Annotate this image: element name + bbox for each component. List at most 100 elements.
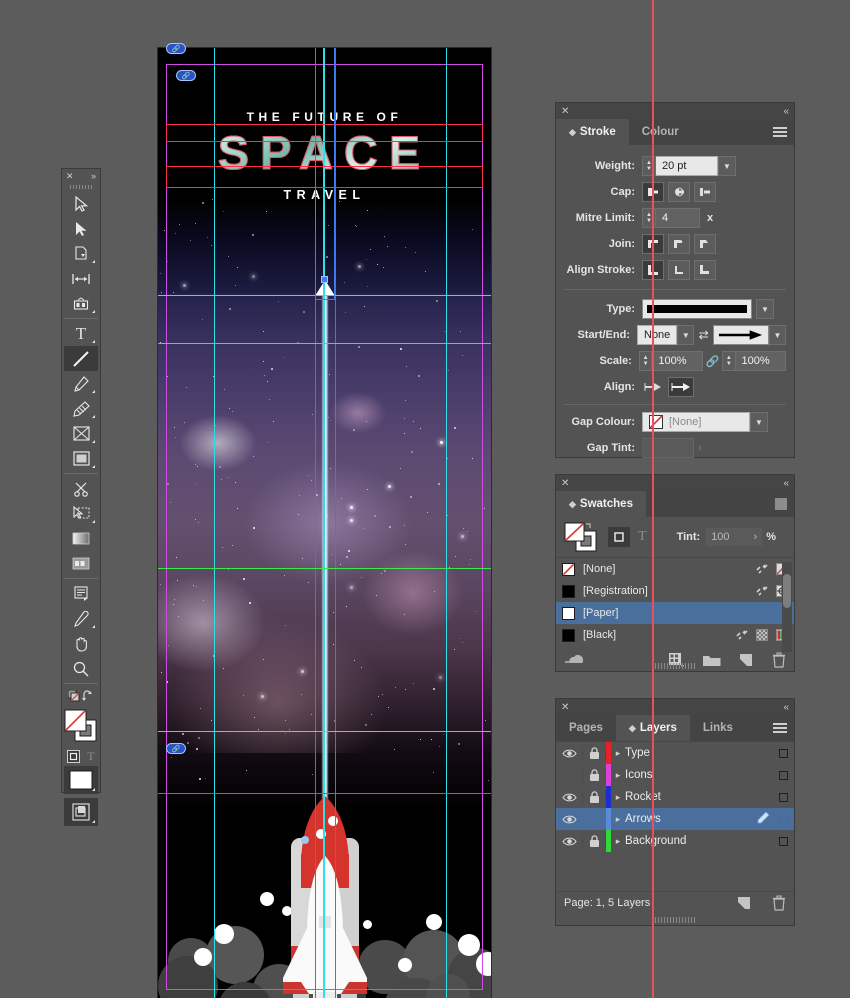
end-arrow-dropdown-icon[interactable]: ▼	[769, 325, 786, 345]
new-swatch-icon[interactable]	[738, 652, 754, 668]
swatches-scroll-thumb[interactable]	[783, 574, 791, 608]
link-scale-icon[interactable]: 🔗	[703, 355, 722, 368]
layer-expand-chevron-icon[interactable]: ▸	[611, 770, 625, 781]
selection-handle-top[interactable]	[321, 276, 328, 283]
tint-field[interactable]: 100 ›	[706, 528, 763, 546]
layer-row[interactable]: ▸ Type	[556, 742, 794, 764]
bevel-join-icon[interactable]	[694, 234, 716, 254]
layer-expand-chevron-icon[interactable]: ▸	[611, 792, 625, 803]
layer-row[interactable]: ▸ Rocket	[556, 786, 794, 808]
arrow-align-row[interactable]: Align:	[556, 374, 794, 400]
panel-resize-grip[interactable]	[655, 663, 695, 669]
layer-lock-toggle[interactable]	[582, 834, 606, 848]
delete-layer-icon[interactable]	[772, 895, 786, 911]
close-icon[interactable]: ✕	[561, 702, 569, 713]
layer-row[interactable]: ▸ Icons	[556, 764, 794, 786]
stroke-weight-row[interactable]: Weight: ▲ ▼ 20 pt ▼	[556, 153, 794, 179]
formatting-target-row[interactable]: T	[64, 746, 98, 766]
screen-mode-button[interactable]	[64, 798, 98, 826]
layers-footer[interactable]: Page: 1, 5 Layers	[556, 891, 794, 913]
type-tool[interactable]: T	[64, 321, 98, 346]
align-outside-icon[interactable]	[694, 260, 716, 280]
gap-colour-row[interactable]: Gap Colour: [None] ▼	[556, 409, 794, 435]
layer-row[interactable]: ▸ Arrows	[556, 808, 794, 830]
pen-tool[interactable]	[64, 371, 98, 396]
arrow-scale-row[interactable]: Scale: ▲ ▼ 100% 🔗 ▲ ▼ 100%	[556, 348, 794, 374]
show-all-swatches-icon[interactable]	[564, 653, 586, 667]
swatches-footer[interactable]	[556, 647, 794, 673]
layer-target-toggle[interactable]	[772, 770, 794, 780]
align-stroke-row[interactable]: Align Stroke:	[556, 257, 794, 283]
layer-lock-toggle[interactable]	[582, 790, 606, 804]
note-tool[interactable]	[64, 581, 98, 606]
swatches-panel[interactable]: ✕ « ◆ Swatches T Tint: 100 › % [None] [R…	[555, 474, 795, 672]
collapse-icon[interactable]: «	[783, 702, 789, 713]
tab-swatches[interactable]: ◆ Swatches	[556, 491, 646, 517]
page-tool[interactable]	[64, 241, 98, 266]
expand-icon[interactable]: »	[91, 171, 96, 181]
scissors-tool[interactable]	[64, 476, 98, 501]
apply-colour-button[interactable]	[64, 766, 98, 794]
layer-visibility-toggle[interactable]	[556, 792, 582, 803]
eyedropper-tool[interactable]	[64, 606, 98, 631]
swatches-panel-tabs[interactable]: ◆ Swatches	[556, 491, 794, 517]
layer-lock-toggle[interactable]	[582, 746, 606, 760]
ruler-guide-h3[interactable]	[158, 568, 491, 569]
projecting-cap-icon[interactable]	[694, 182, 716, 202]
end-scale-field[interactable]: 100%	[735, 351, 786, 371]
panel-menu-icon[interactable]	[773, 723, 787, 733]
round-join-icon[interactable]	[668, 234, 690, 254]
column-guide-1[interactable]	[214, 48, 215, 998]
align-inside-icon[interactable]	[668, 260, 690, 280]
frame-tool[interactable]	[64, 421, 98, 446]
tool-list[interactable]: T T	[62, 191, 100, 826]
round-cap-icon[interactable]	[668, 182, 690, 202]
start-scale-stepper[interactable]: ▲ ▼	[638, 351, 653, 371]
swatch-row[interactable]: [None]	[556, 558, 794, 580]
panel-menu-icon[interactable]	[775, 498, 787, 510]
mitre-limit-field[interactable]: 4	[656, 208, 700, 228]
stroke-type-row[interactable]: Type: ▼	[556, 296, 794, 322]
document-canvas[interactable]: THE FUTURE OF SPACE TRAVEL	[158, 48, 491, 998]
pencil-tool[interactable]	[64, 396, 98, 421]
new-layer-icon[interactable]	[736, 895, 752, 911]
stroke-cap-row[interactable]: Cap:	[556, 179, 794, 205]
ruler-guide-h4[interactable]	[158, 731, 491, 732]
start-end-row[interactable]: Start/End: None ▼ ⇄ ▼	[556, 322, 794, 348]
stroke-type-dropdown-icon[interactable]: ▼	[756, 299, 774, 319]
end-arrow-preview[interactable]	[713, 325, 770, 345]
rectangle-tool[interactable]	[64, 446, 98, 471]
page-link-badge-top[interactable]: 🔗	[176, 70, 196, 81]
layer-expand-chevron-icon[interactable]: ▸	[611, 814, 625, 825]
layer-visibility-toggle[interactable]	[556, 836, 582, 847]
gap-colour-field[interactable]: [None]	[642, 412, 750, 432]
hand-tool[interactable]	[64, 631, 98, 656]
collapse-icon[interactable]: «	[783, 478, 789, 489]
layer-target-toggle[interactable]	[772, 748, 794, 758]
selection-bounding-box[interactable]	[315, 48, 335, 300]
layer-expand-chevron-icon[interactable]: ▸	[611, 836, 625, 847]
layers-panel-tabs[interactable]: Pages ◆ Layers Links	[556, 715, 794, 741]
fill-stroke-proxy[interactable]	[564, 522, 598, 552]
delete-swatch-icon[interactable]	[772, 652, 786, 668]
layer-target-toggle[interactable]	[772, 836, 794, 846]
tint-chevron-icon[interactable]: ›	[754, 531, 758, 543]
layer-row[interactable]: ▸ Background	[556, 830, 794, 852]
page-link-badge-above-canvas[interactable]: 🔗	[166, 43, 186, 54]
direct-selection-tool[interactable]	[64, 216, 98, 241]
start-scale-field[interactable]: 100%	[652, 351, 703, 371]
end-scale-stepper[interactable]: ▲ ▼	[722, 351, 736, 371]
close-icon[interactable]: ✕	[561, 106, 569, 117]
new-colour-group-folder-icon[interactable]	[702, 653, 722, 668]
weight-field[interactable]: 20 pt	[656, 156, 718, 176]
gradient-swatch-tool[interactable]	[64, 526, 98, 551]
content-collector-tool[interactable]	[64, 291, 98, 316]
swatch-row[interactable]: [Paper]	[556, 602, 794, 624]
layers-panel[interactable]: ✕ « Pages ◆ Layers Links ▸ Type ▸ Icons ▸ Roc…	[555, 698, 795, 926]
start-arrow-field[interactable]: None	[637, 325, 678, 345]
close-icon[interactable]: ✕	[66, 171, 74, 182]
layer-visibility-toggle[interactable]	[556, 748, 582, 759]
swap-start-end-icon[interactable]: ⇄	[694, 328, 713, 342]
stroke-panel[interactable]: ✕ « ◆ Stroke Colour Weight: ▲ ▼ 20 pt ▼ C…	[555, 102, 795, 458]
drag-grip[interactable]	[70, 183, 92, 191]
